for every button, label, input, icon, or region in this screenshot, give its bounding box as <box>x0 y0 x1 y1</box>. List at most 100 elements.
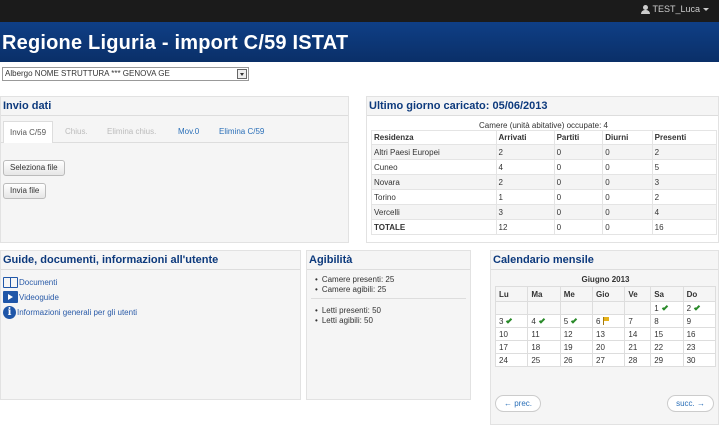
total-label: TOTALE <box>371 219 497 235</box>
select-file-button[interactable]: Seleziona file <box>3 160 65 176</box>
page-header: Regione Liguria - import C/59 ISTAT <box>0 22 719 62</box>
calendar-day-empty <box>527 301 561 315</box>
calendar-day[interactable]: 28 <box>624 353 652 367</box>
calendar-day[interactable]: 16 <box>682 327 717 341</box>
cell: 3 <box>495 204 555 220</box>
cell: 2 <box>495 174 555 190</box>
calendar-day[interactable]: 26 <box>559 353 594 367</box>
table-total-row: TOTALE 12 0 0 16 <box>371 219 718 235</box>
calendar-day[interactable]: 22 <box>650 340 684 354</box>
info-generali-link[interactable]: i Informazioni generali per gli utenti <box>3 306 137 319</box>
calendar-week: 17 18 19 20 21 22 23 <box>494 340 717 354</box>
dropdown-arrow-icon[interactable] <box>237 69 247 79</box>
calendar-day[interactable]: 7 <box>624 314 652 328</box>
caret-down-icon <box>703 7 709 11</box>
calendar-day[interactable]: 29 <box>650 353 684 367</box>
calendar-day[interactable]: 19 <box>559 340 594 354</box>
cell: Torino <box>371 189 497 205</box>
tab-elimina-chiusura[interactable]: Elimina chius. <box>107 127 156 136</box>
tab-mov0[interactable]: Mov.0 <box>178 127 199 136</box>
cell: 0 <box>602 204 653 220</box>
documenti-link[interactable]: Documenti <box>3 276 57 288</box>
calendar-day[interactable]: 4 <box>527 314 561 328</box>
calendar-day[interactable]: 20 <box>592 340 626 354</box>
table-row: Novara 2 0 0 3 <box>371 174 718 190</box>
beds-list: Letti presenti: 50 Letti agibili: 50 <box>315 306 381 326</box>
col-diurni: Diurni <box>602 130 653 145</box>
calendar-day[interactable]: 13 <box>592 327 626 341</box>
calendar-day[interactable]: 27 <box>592 353 626 367</box>
weekday: Do <box>682 286 717 302</box>
table-row: Torino 1 0 0 2 <box>371 189 718 205</box>
invio-dati-title: Invio dati <box>1 97 348 116</box>
table-header-row: Residenza Arrivati Partiti Diurni Presen… <box>371 130 718 145</box>
calendar-week: 1 2 <box>494 301 717 315</box>
calendar-day[interactable]: 24 <box>494 353 529 367</box>
calendar-day[interactable]: 25 <box>527 353 561 367</box>
structure-select-value: Albergo NOME STRUTTURA *** GENOVA GE <box>5 69 170 78</box>
videoguide-label: Videoguide <box>19 292 59 302</box>
tab-elimina-c59[interactable]: Elimina C/59 <box>219 127 264 136</box>
calendar-day[interactable]: 5 <box>559 314 594 328</box>
calendar-day[interactable]: 18 <box>527 340 561 354</box>
calendar-day[interactable]: 9 <box>682 314 717 328</box>
calendar-day[interactable]: 15 <box>650 327 684 341</box>
day-number: 4 <box>531 316 536 326</box>
agibilita-title: Agibilità <box>307 251 470 270</box>
day-number: 7 <box>628 316 633 326</box>
structure-select[interactable]: Albergo NOME STRUTTURA *** GENOVA GE <box>2 67 249 81</box>
weekday: Ve <box>624 286 652 302</box>
weekday: Me <box>559 286 594 302</box>
agibilita-panel: Agibilità Camere presenti: 25 Camere agi… <box>306 250 471 400</box>
calendar-day[interactable]: 11 <box>527 327 561 341</box>
calendar-day[interactable]: 30 <box>682 353 717 367</box>
calendar-day[interactable]: 1 <box>650 301 684 315</box>
guide-title: Guide, documenti, informazioni all'utent… <box>1 251 300 270</box>
rooms-list: Camere presenti: 25 Camere agibili: 25 <box>315 275 394 295</box>
weekday: Ma <box>527 286 561 302</box>
weekday: Gio <box>592 286 626 302</box>
tab-invia-c59[interactable]: Invia C/59 <box>3 121 54 143</box>
calendar-day[interactable]: 23 <box>682 340 717 354</box>
day-number: 5 <box>563 316 569 326</box>
list-item: Letti agibili: 50 <box>315 316 381 326</box>
calendario-panel: Calendario mensile Giugno 2013 Lu Ma Me … <box>490 250 719 425</box>
calendar-day[interactable]: 17 <box>494 340 529 354</box>
col-presenti: Presenti <box>651 130 718 145</box>
cell: 0 <box>602 189 653 205</box>
prev-month-button[interactable]: ← prec. <box>495 395 542 412</box>
calendar-day[interactable]: 2 <box>682 301 717 315</box>
calendar-day[interactable]: 12 <box>559 327 594 341</box>
send-file-button[interactable]: Invia file <box>3 183 47 199</box>
invio-tabs: Invia C/59 Chius. Elimina chius. Mov.0 E… <box>1 121 348 143</box>
calendar-day[interactable]: 8 <box>650 314 684 328</box>
documenti-label: Documenti <box>19 277 58 287</box>
book-icon <box>3 276 18 288</box>
calendar-day[interactable]: 14 <box>624 327 652 341</box>
video-icon <box>3 291 18 303</box>
calendar-day[interactable]: 6 <box>592 314 626 328</box>
day-number: 8 <box>654 316 659 326</box>
rooms-occupied-caption: Camere (unità abitative) occupate: 4 <box>479 121 608 130</box>
calendar-day-empty <box>494 301 529 315</box>
next-month-button[interactable]: succ. → <box>667 395 714 412</box>
tab-chiusura[interactable]: Chius. <box>65 127 88 136</box>
ultimo-giorno-title: Ultimo giorno caricato: 05/06/2013 <box>367 97 718 116</box>
check-icon <box>661 303 668 311</box>
calendar-day[interactable]: 3 <box>494 314 529 328</box>
calendar-day[interactable]: 10 <box>494 327 529 341</box>
col-partiti: Partiti <box>553 130 604 145</box>
calendar-day-empty <box>624 301 652 315</box>
invio-dati-panel: Invio dati Invia C/59 Chius. Elimina chi… <box>0 96 349 243</box>
user-menu[interactable]: TEST_Luca <box>641 4 709 14</box>
weekday: Sa <box>650 286 684 302</box>
videoguide-link[interactable]: Videoguide <box>3 291 59 303</box>
calendar-day[interactable]: 21 <box>624 340 652 354</box>
cell: 5 <box>651 159 718 175</box>
day-number: 3 <box>499 316 504 326</box>
ultimo-giorno-panel: Ultimo giorno caricato: 05/06/2013 Camer… <box>366 96 719 243</box>
check-icon <box>693 303 701 311</box>
cell: 0 <box>553 144 604 160</box>
cell: 0 <box>553 189 604 205</box>
calendar-day-empty <box>559 301 594 315</box>
